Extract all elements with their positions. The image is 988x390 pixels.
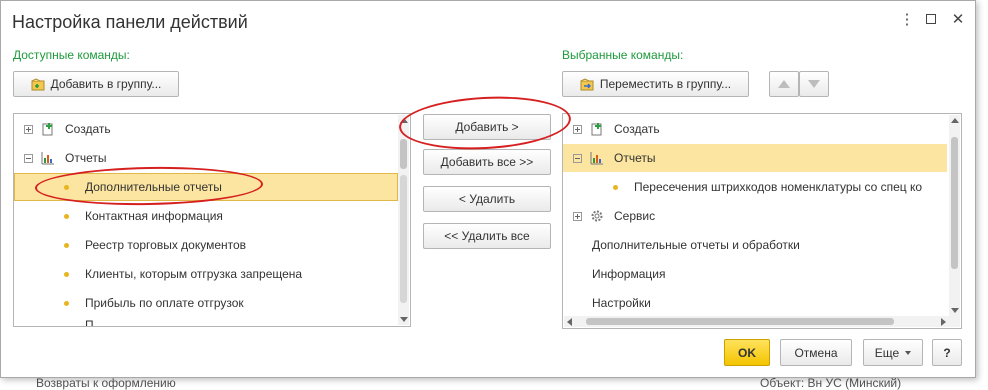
collapse-minus-icon[interactable] bbox=[24, 153, 33, 163]
list-item-label: П bbox=[85, 318, 94, 327]
action-panel-settings-dialog: Настройка панели действий ⋮ ✕ Доступные … bbox=[0, 0, 976, 378]
reports-icon bbox=[41, 151, 55, 165]
scroll-up-arrow-icon[interactable] bbox=[400, 118, 408, 123]
background-text-bottom-left: Возвраты к оформлению bbox=[36, 376, 176, 390]
move-down-button[interactable] bbox=[799, 71, 829, 97]
add-to-group-icon bbox=[31, 77, 45, 91]
list-item[interactable]: Клиенты, которым отгрузка запрещена bbox=[14, 260, 302, 288]
bullet-icon bbox=[64, 271, 69, 277]
gear-icon bbox=[590, 209, 604, 223]
list-item-label: Информация bbox=[592, 267, 666, 281]
list-item-label: Отчеты bbox=[614, 151, 656, 165]
list-item-selected[interactable]: Отчеты bbox=[563, 144, 947, 172]
create-icon bbox=[590, 122, 604, 136]
create-icon bbox=[41, 122, 55, 136]
list-item-label: Реестр торговых документов bbox=[85, 238, 247, 252]
list-item-selected[interactable]: Дополнительные отчеты bbox=[14, 173, 398, 201]
list-item[interactable]: Настройки bbox=[563, 289, 651, 317]
list-item[interactable]: Сервис bbox=[563, 202, 959, 230]
reports-icon bbox=[590, 151, 604, 165]
collapse-minus-icon[interactable] bbox=[573, 153, 582, 163]
background-text-bottom-right: Объект: Вн УС (Минский) bbox=[760, 376, 902, 390]
scroll-right-arrow-icon[interactable] bbox=[941, 318, 946, 326]
scrollbar-track bbox=[400, 175, 407, 303]
move-to-group-button[interactable]: Переместить в группу... bbox=[562, 71, 749, 97]
scrollbar-thumb[interactable] bbox=[400, 139, 407, 169]
ok-button[interactable]: OK bbox=[724, 339, 770, 366]
right-list-scrollbar[interactable] bbox=[949, 115, 960, 316]
remove-all-button[interactable]: << Удалить все bbox=[423, 223, 551, 249]
close-button[interactable]: ✕ bbox=[949, 11, 967, 29]
list-item[interactable]: Создать bbox=[14, 115, 410, 143]
list-item-label: Клиенты, которым отгрузка запрещена bbox=[85, 267, 303, 281]
list-item-label: Контактная информация bbox=[85, 209, 223, 223]
more-menu-icon[interactable]: ⋮ bbox=[898, 11, 916, 29]
more-button[interactable]: Еще bbox=[863, 339, 923, 366]
expand-plus-icon[interactable] bbox=[573, 211, 582, 221]
add-all-button[interactable]: Добавить все >> bbox=[423, 149, 551, 175]
list-item-label: Пересечения штрихкодов номенклатуры со с… bbox=[634, 180, 923, 194]
arrow-up-icon bbox=[778, 80, 790, 88]
list-item-label: Настройки bbox=[592, 296, 651, 310]
list-item-label: Сервис bbox=[614, 209, 656, 223]
arrow-down-icon bbox=[808, 80, 820, 88]
list-item[interactable]: П bbox=[14, 318, 94, 327]
right-list-hscrollbar[interactable] bbox=[564, 316, 960, 327]
bullet-icon bbox=[64, 213, 69, 219]
remove-button[interactable]: < Удалить bbox=[423, 186, 551, 212]
move-to-group-label: Переместить в группу... bbox=[599, 77, 732, 91]
selected-commands-label: Выбранные команды: bbox=[562, 48, 684, 62]
scroll-down-arrow-icon[interactable] bbox=[951, 308, 959, 313]
maximize-icon bbox=[926, 14, 936, 24]
add-button[interactable]: Добавить > bbox=[423, 114, 551, 140]
expand-plus-icon[interactable] bbox=[573, 124, 582, 134]
bullet-icon bbox=[613, 184, 618, 190]
move-up-button[interactable] bbox=[769, 71, 799, 97]
selected-commands-list[interactable]: Создать Отчеты Пересечения штрихкодов но… bbox=[562, 113, 962, 329]
list-item-label: Прибыль по оплате отгрузок bbox=[85, 296, 244, 310]
cancel-button[interactable]: Отмена bbox=[780, 339, 852, 366]
scroll-down-arrow-icon[interactable] bbox=[400, 317, 408, 322]
maximize-button[interactable] bbox=[922, 11, 940, 29]
scroll-left-arrow-icon[interactable] bbox=[567, 318, 572, 326]
scrollbar-thumb[interactable] bbox=[951, 137, 958, 269]
expand-plus-icon[interactable] bbox=[24, 124, 33, 134]
list-item-label: Дополнительные отчеты bbox=[85, 180, 222, 194]
list-item[interactable]: Контактная информация bbox=[14, 202, 223, 230]
bullet-icon bbox=[64, 184, 69, 190]
list-item[interactable]: Прибыль по оплате отгрузок bbox=[14, 289, 244, 317]
available-commands-label: Доступные команды: bbox=[13, 48, 130, 62]
list-item-label: Создать bbox=[614, 122, 660, 136]
list-item[interactable]: Отчеты bbox=[14, 144, 410, 172]
dialog-title: Настройка панели действий bbox=[12, 12, 248, 32]
hscrollbar-thumb[interactable] bbox=[586, 318, 894, 325]
bullet-icon bbox=[64, 242, 69, 248]
help-button[interactable]: ? bbox=[932, 339, 962, 366]
available-commands-list[interactable]: Создать Отчеты Дополнительные отчеты Кон… bbox=[13, 113, 411, 327]
left-list-scrollbar[interactable] bbox=[398, 115, 409, 325]
move-to-group-icon bbox=[580, 77, 594, 91]
list-item[interactable]: Пересечения штрихкодов номенклатуры со с… bbox=[563, 173, 961, 201]
list-item[interactable]: Информация bbox=[563, 260, 665, 288]
more-label: Еще bbox=[874, 345, 900, 360]
chevron-down-icon bbox=[905, 350, 912, 355]
list-item-label: Отчеты bbox=[65, 151, 107, 165]
bullet-icon bbox=[64, 300, 69, 306]
list-item[interactable]: Реестр торговых документов bbox=[14, 231, 246, 259]
add-to-group-button[interactable]: Добавить в группу... bbox=[13, 71, 179, 97]
add-to-group-label: Добавить в группу... bbox=[50, 77, 162, 91]
list-item-label: Создать bbox=[65, 122, 111, 136]
list-item[interactable]: Создать bbox=[563, 115, 959, 143]
list-item[interactable]: Дополнительные отчеты и обработки bbox=[563, 231, 800, 259]
list-item-label: Дополнительные отчеты и обработки bbox=[592, 238, 800, 252]
scroll-up-arrow-icon[interactable] bbox=[951, 118, 959, 123]
close-icon: ✕ bbox=[951, 11, 965, 28]
